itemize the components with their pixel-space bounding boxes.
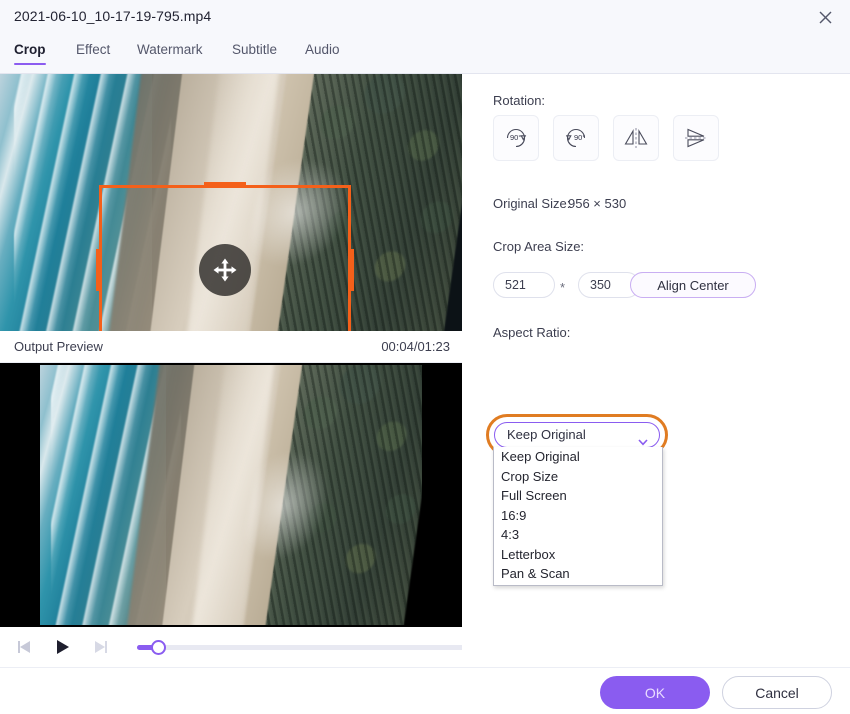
output-frame [40, 365, 422, 625]
tab-crop[interactable]: Crop [14, 42, 46, 65]
align-center-button[interactable]: Align Center [630, 272, 756, 298]
aspect-ratio-option[interactable]: Keep Original [494, 447, 662, 467]
previous-frame-icon[interactable] [10, 632, 40, 662]
svg-text:90°: 90° [574, 133, 585, 142]
original-size-label: Original Size: [493, 196, 571, 211]
flip-horizontal-button[interactable] [613, 115, 659, 161]
rotate-right-90-button[interactable]: 90° [493, 115, 539, 161]
crop-handle-right[interactable] [348, 248, 354, 291]
dialog-footer: OK Cancel [462, 667, 850, 714]
aspect-ratio-option[interactable]: Full Screen [494, 486, 662, 506]
crop-selection-rectangle[interactable] [96, 182, 354, 331]
source-video-preview[interactable] [0, 74, 462, 331]
footer-divider [0, 667, 462, 668]
tab-audio[interactable]: Audio [305, 42, 340, 65]
cancel-button[interactable]: Cancel [722, 676, 832, 709]
title-bar: 2021-06-10_10-17-19-795.mp4 [0, 0, 850, 33]
ok-button[interactable]: OK [600, 676, 710, 709]
play-icon[interactable] [48, 632, 78, 662]
aspect-ratio-dropdown-list[interactable]: Keep Original Crop Size Full Screen 16:9… [493, 447, 663, 586]
transport-controls [0, 627, 467, 667]
rotation-button-group: 90° 90° [493, 115, 719, 161]
flip-vertical-button[interactable] [673, 115, 719, 161]
aspect-ratio-label: Aspect Ratio: [493, 325, 571, 340]
output-video-preview[interactable] [0, 363, 462, 627]
aspect-ratio-option[interactable]: 4:3 [494, 525, 662, 545]
aspect-ratio-select[interactable]: Keep Original [494, 422, 660, 448]
tab-watermark[interactable]: Watermark [137, 42, 203, 65]
original-size-value: 956 × 530 [568, 196, 627, 211]
playback-time: 00:04/01:23 [381, 339, 450, 354]
slider-knob[interactable] [150, 640, 166, 655]
multiply-symbol: * [560, 280, 566, 295]
aspect-ratio-option[interactable]: Letterbox [494, 545, 662, 565]
aspect-ratio-option[interactable]: Pan & Scan [494, 564, 662, 584]
output-preview-label: Output Preview [14, 339, 103, 354]
aspect-ratio-selected-value: Keep Original [507, 427, 586, 442]
crop-width-input[interactable]: 521 [493, 272, 555, 298]
svg-text:90°: 90° [510, 133, 521, 142]
aspect-ratio-option[interactable]: Crop Size [494, 467, 662, 487]
crop-settings-panel: Rotation: 90° 90° Original Size: 956 × 5… [462, 74, 850, 667]
close-icon[interactable] [810, 3, 840, 31]
aspect-ratio-option[interactable]: 16:9 [494, 506, 662, 526]
beach-aerial-frame-cropped [40, 365, 422, 625]
tab-bar: Crop Effect Watermark Subtitle Audio [0, 33, 850, 74]
tab-subtitle[interactable]: Subtitle [232, 42, 277, 65]
output-preview-bar: Output Preview 00:04/01:23 [0, 331, 462, 363]
tab-effect[interactable]: Effect [76, 42, 110, 65]
rotation-label: Rotation: [493, 93, 546, 108]
crop-dialog: 2021-06-10_10-17-19-795.mp4 Crop Effect … [0, 0, 850, 714]
crop-area-size-label: Crop Area Size: [493, 239, 585, 254]
slider-track[interactable] [136, 645, 467, 650]
move-arrows-icon[interactable] [199, 243, 251, 296]
crop-handle-left[interactable] [96, 248, 102, 291]
page-title: 2021-06-10_10-17-19-795.mp4 [14, 8, 212, 24]
next-frame-icon[interactable] [85, 632, 115, 662]
playback-slider[interactable] [136, 639, 467, 655]
crop-handle-top[interactable] [204, 182, 246, 188]
rotate-left-90-button[interactable]: 90° [553, 115, 599, 161]
